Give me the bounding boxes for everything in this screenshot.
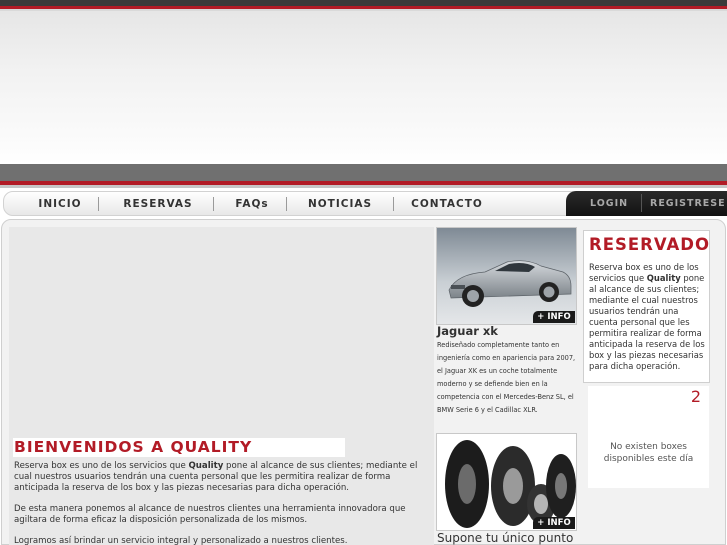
nav-separator — [98, 197, 99, 211]
day-number[interactable]: 2 — [691, 387, 701, 406]
availability-message: No existen boxes disponibles este día — [603, 442, 694, 464]
header-gray-bar — [0, 164, 727, 181]
header-banner — [0, 11, 727, 164]
car-description: Rediseñado completamente tanto en ingeni… — [437, 341, 576, 414]
nav-item-reservas[interactable]: RESERVAS — [108, 196, 208, 213]
welcome-paragraph-2: De esta manera ponemos al alcance de nue… — [14, 504, 406, 525]
car-info-button[interactable]: + INFO — [533, 311, 575, 323]
auth-separator — [641, 194, 642, 212]
nav-item-inicio[interactable]: INICIO — [26, 196, 94, 213]
welcome-title: BIENVENIDOS A QUALITY — [13, 438, 345, 457]
tire-image[interactable]: + INFO — [436, 433, 577, 531]
reservado-panel: RESERVADO Reserva box es uno de los serv… — [583, 230, 710, 383]
main-navigation: INICIO RESERVAS FAQs NOTICIAS CONTACTO L… — [0, 188, 727, 218]
car-title[interactable]: Jaguar xk — [437, 324, 498, 338]
featured-cars: + INFO Jaguar xk Rediseñado completament… — [436, 227, 577, 545]
nav-item-contacto[interactable]: CONTACTO — [402, 196, 492, 213]
welcome-paragraph-1: Reserva box es uno de los servicios que … — [14, 461, 418, 493]
welcome-paragraph-3: Logramos así brindar un servicio integra… — [14, 536, 348, 545]
welcome-text: Reserva box es uno de los servicios que … — [14, 461, 434, 545]
tire-title[interactable]: Supone tu único punto — [437, 531, 573, 545]
nav-item-faqs[interactable]: FAQs — [222, 196, 282, 213]
nav-separator — [213, 197, 214, 211]
nav-separator — [393, 197, 394, 211]
reservado-text: Reserva box es uno de los servicios que … — [589, 262, 705, 371]
nav-item-noticias[interactable]: NOTICIAS — [294, 196, 386, 213]
nav-separator — [286, 197, 287, 211]
login-link[interactable]: LOGIN — [590, 195, 628, 212]
register-link[interactable]: REGISTRESE — [650, 195, 726, 212]
car-image-jaguar[interactable]: + INFO — [436, 227, 577, 325]
reservado-title: RESERVADO — [589, 235, 710, 254]
nav-menu: INICIO RESERVAS FAQs NOTICIAS CONTACTO — [3, 191, 583, 216]
availability-panel: 2 No existen boxes disponibles este día — [588, 386, 709, 488]
tire-info-button[interactable]: + INFO — [533, 517, 575, 529]
auth-menu: LOGIN REGISTRESE — [566, 191, 727, 216]
